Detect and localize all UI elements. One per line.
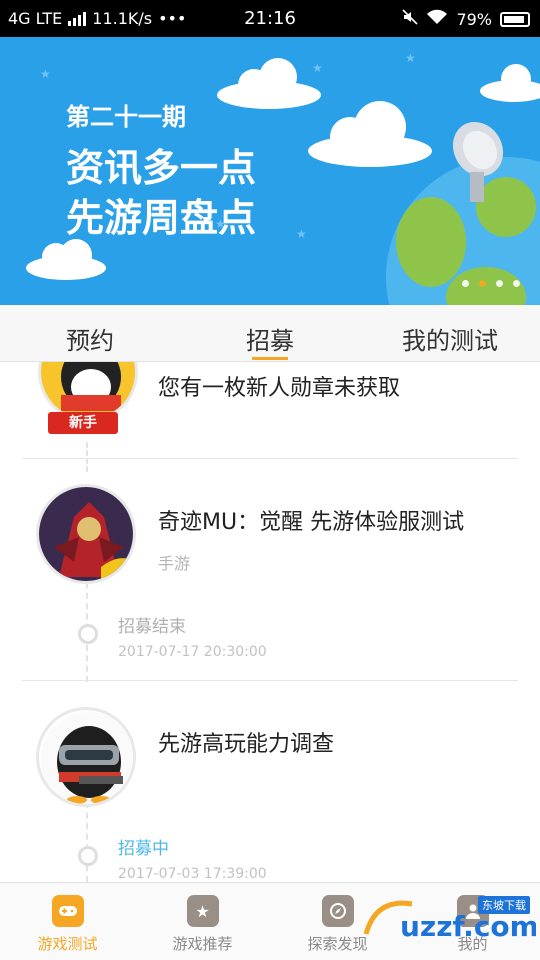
nav-label: 游戏推荐 <box>172 935 233 953</box>
tab-bar: 预约 招募 我的测试 <box>0 305 540 362</box>
watermark-logo: uzzf.com 东坡下载 <box>360 894 539 948</box>
banner-issue: 第二十一期 <box>66 103 186 131</box>
divider <box>22 458 518 459</box>
timeline-node-icon <box>78 624 98 644</box>
promo-banner[interactable]: ★ ★ ★ ★ ★ 第二十一期 资讯多一点 先游周盘点 <box>0 37 540 305</box>
banner-headline-2: 先游周盘点 <box>66 196 257 240</box>
timeline-node-icon <box>78 846 98 866</box>
star-icon: ★ <box>186 895 219 927</box>
item-tag: 手游 <box>158 554 191 573</box>
recruit-status: 招募中 <box>118 839 169 859</box>
recruit-time: 2017-07-17 20:30:00 <box>118 644 267 660</box>
recruit-list[interactable]: 新手 您有一枚新人勋章未获取 奇迹MU：觉醒 先游体验服测试 手游 招募结束 2… <box>0 362 540 882</box>
timeline-line <box>86 442 88 472</box>
status-bar: 4G LTE 11.1K/s ••• 21:16 79% <box>0 0 540 37</box>
cloud-icon <box>480 64 540 102</box>
compass-icon <box>321 895 354 927</box>
satellite-dish-icon <box>452 121 504 202</box>
battery-percent: 79% <box>456 9 492 29</box>
game-avatar <box>36 484 136 584</box>
nav-label: 游戏测试 <box>37 935 98 953</box>
recruit-time: 2017-07-03 17:39:00 <box>118 866 267 882</box>
tab-reserve[interactable]: 预约 <box>0 305 180 361</box>
svg-text:uzzf.com: uzzf.com <box>400 910 536 943</box>
item-title: 您有一枚新人勋章未获取 <box>158 376 401 401</box>
timeline-line <box>86 802 88 882</box>
tab-my-tests[interactable]: 我的测试 <box>360 305 540 361</box>
star-decoration-icon: ★ <box>405 51 416 65</box>
cloud-icon <box>308 101 432 167</box>
avatar <box>36 707 136 807</box>
battery-icon <box>500 11 530 27</box>
tab-recruit[interactable]: 招募 <box>180 305 360 361</box>
divider <box>22 680 518 681</box>
watermark-subtext: 东坡下载 <box>478 896 530 914</box>
star-decoration-icon: ★ <box>40 67 51 81</box>
star-decoration-icon: ★ <box>296 227 307 241</box>
item-title: 奇迹MU：觉醒 先游体验服测试 <box>158 510 465 535</box>
banner-headline-1: 资讯多一点 <box>66 146 257 190</box>
item-title: 先游高玩能力调查 <box>158 732 335 757</box>
nav-recommend[interactable]: ★ 游戏推荐 <box>135 883 270 960</box>
carousel-dot[interactable] <box>513 280 520 287</box>
nav-game-test[interactable]: 游戏测试 <box>0 883 135 960</box>
gamepad-icon <box>51 895 84 927</box>
mute-icon <box>402 9 419 29</box>
recruit-status: 招募结束 <box>118 617 186 637</box>
carousel-dot[interactable] <box>479 280 486 287</box>
newbie-badge: 新手 <box>48 412 118 434</box>
carousel-dot[interactable] <box>462 280 469 287</box>
wifi-icon <box>426 9 448 29</box>
carousel-indicator[interactable] <box>462 280 520 287</box>
carousel-dot[interactable] <box>496 280 503 287</box>
